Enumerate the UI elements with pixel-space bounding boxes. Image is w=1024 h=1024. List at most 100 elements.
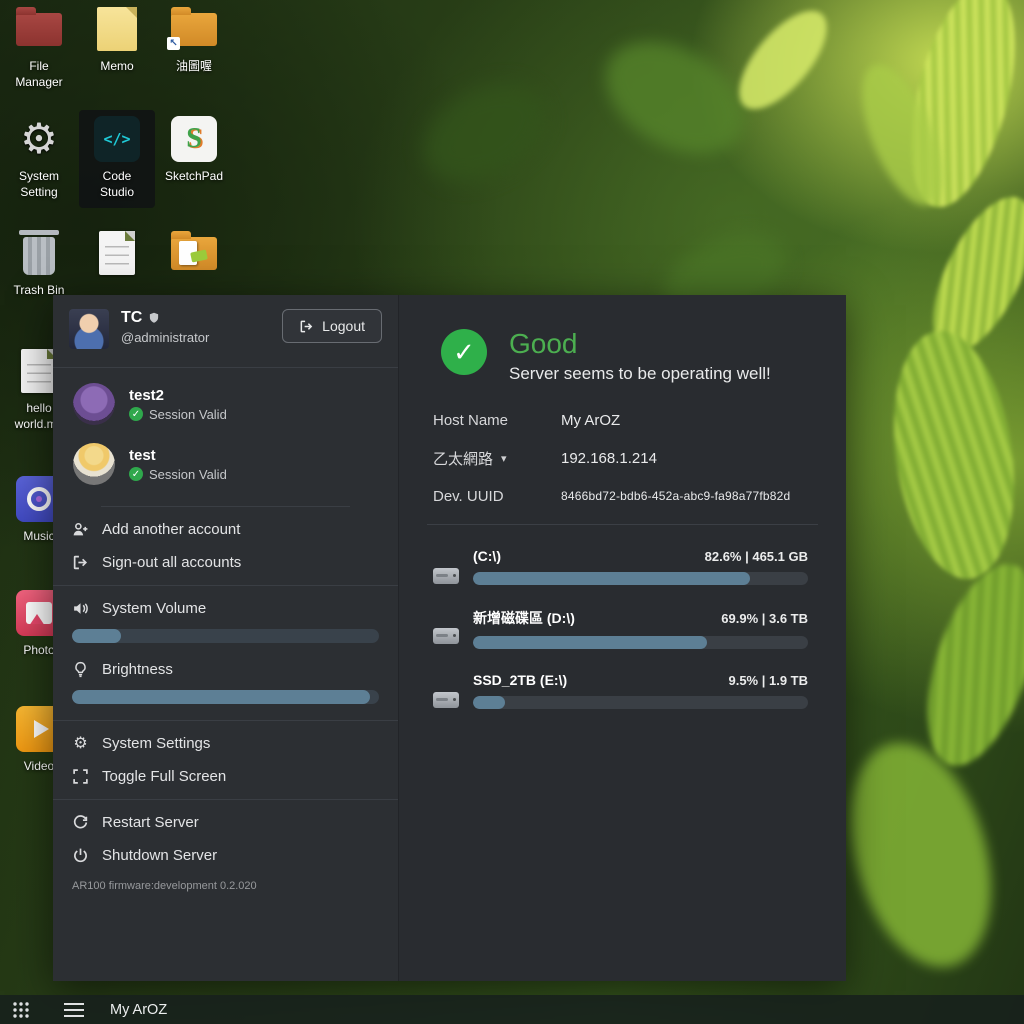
volume-label: System Volume [102,600,206,617]
toggle-fullscreen-label: Toggle Full Screen [102,768,226,785]
session-status: Session Valid [149,407,227,422]
document-icon [21,349,57,393]
user-handle: @administrator [121,330,209,345]
desktop-icon-shortcut-folder[interactable]: ↖ 油圖喔 [156,4,232,75]
disk-name: SSD_2TB (E:\) [473,672,567,688]
leaf-decoration [827,727,1015,984]
status-message: Server seems to be operating well! [509,364,771,384]
divider [53,720,398,721]
volume-fill [72,629,121,643]
divider [53,585,398,586]
session-status: Session Valid [149,467,227,482]
sign-out-icon [72,554,89,571]
add-account-label: Add another account [102,521,240,538]
leaf-decoration [407,65,562,202]
taskbar-title: My ArOZ [110,1002,167,1018]
divider [53,799,398,800]
uuid-row: Dev. UUID 8466bd72-bdb6-452a-abc9-fa98a7… [433,488,808,505]
user-status-popover: TC @administrator Logout test2 ✓ Session… [53,295,846,981]
restart-server-label: Restart Server [102,814,199,831]
hard-drive-icon [433,568,459,584]
status-title: Good [509,329,771,360]
sketchpad-icon: S [171,116,217,162]
note-icon [97,7,137,51]
app-grid-icon[interactable] [12,1001,30,1019]
shortcut-arrow-icon: ↖ [167,37,180,50]
check-icon: ✓ [129,467,143,481]
desktop-icon-folder-with-file[interactable] [156,228,232,283]
code-icon: </> [94,116,140,162]
bulb-icon [72,661,89,678]
chevron-down-icon: ▾ [501,452,507,465]
network-row: 乙太網路 ▾ 192.168.1.214 [433,448,808,469]
speaker-icon [72,600,89,617]
add-account-item[interactable]: Add another account [53,513,398,546]
account-row-test2[interactable]: test2 ✓ Session Valid [53,374,398,434]
volume-slider[interactable] [72,629,379,643]
hard-drive-icon [433,692,459,708]
brightness-slider[interactable] [72,690,379,704]
system-settings-label: System Settings [102,735,210,752]
power-icon [72,847,89,864]
folder-shortcut-icon: ↖ [171,13,217,46]
disk-name: 新增磁碟區 (D:\) [473,608,575,628]
desktop-icon-file-manager[interactable]: File Manager [1,4,77,90]
brightness-label: Brightness [102,661,173,678]
disk-usage-bar [473,572,808,585]
icon-label: Code Studio [85,169,149,200]
account-row-test[interactable]: test ✓ Session Valid [53,434,398,494]
uuid-value: 8466bd72-bdb6-452a-abc9-fa98a77fb82d [561,489,790,503]
shutdown-server-item[interactable]: Shutdown Server [53,839,398,872]
check-icon: ✓ [129,407,143,421]
shield-icon [148,312,160,324]
network-dropdown[interactable]: 乙太網路 ▾ [433,448,561,469]
disk-usage-fill [473,572,750,585]
icon-label: Memo [85,59,149,75]
server-status-panel: ✓ Good Server seems to be operating well… [398,295,846,981]
desktop-icon-memo[interactable]: Memo [79,4,155,75]
icon-label: System Setting [7,169,71,200]
status-check-icon: ✓ [441,329,487,375]
icon-label: SketchPad [162,169,226,185]
logout-label: Logout [322,318,365,334]
divider [427,524,818,525]
icon-label: 油圖喔 [162,59,226,75]
desktop-icon-sketchpad[interactable]: S SketchPad [156,114,232,185]
menu-icon[interactable] [64,1009,84,1011]
restart-server-item[interactable]: Restart Server [53,806,398,839]
desktop-icon-code-studio[interactable]: </> Code Studio [79,110,155,208]
desktop-icon-document[interactable] [79,228,155,283]
firmware-version: AR100 firmware:development 0.2.020 [53,872,398,902]
taskbar: My ArOZ [0,995,1024,1024]
leaf-decoration [906,551,1024,779]
restart-icon [72,814,89,831]
user-avatar [69,309,109,349]
signout-all-item[interactable]: Sign-out all accounts [53,546,398,579]
divider [53,367,398,368]
desktop-icon-system-setting[interactable]: ⚙ System Setting [1,114,77,200]
logout-button[interactable]: Logout [282,309,382,343]
user-menu-panel: TC @administrator Logout test2 ✓ Session… [53,295,398,981]
network-label: 乙太網路 [433,448,493,469]
gear-icon: ⚙ [72,735,89,752]
username: TC [121,309,142,327]
signout-all-label: Sign-out all accounts [102,554,241,571]
hostname-value: My ArOZ [561,412,620,429]
system-volume-item: System Volume [53,592,398,625]
disk-row-d: 新增磁碟區 (D:\) 69.9% | 3.6 TB [433,608,808,649]
toggle-fullscreen-item[interactable]: Toggle Full Screen [53,760,398,793]
system-settings-item[interactable]: ⚙ System Settings [53,727,398,760]
account-avatar [73,443,115,485]
fullscreen-icon [72,768,89,785]
account-name: test [129,447,227,464]
account-avatar [73,383,115,425]
account-name: test2 [129,387,227,404]
uuid-label: Dev. UUID [433,488,561,505]
desktop-icon-trash-bin[interactable]: Trash Bin [1,228,77,299]
folder-file-icon [171,237,217,270]
folder-icon [16,13,62,46]
gear-icon: ⚙ [20,116,58,162]
disk-usage-bar [473,636,808,649]
leaf-decoration [879,323,1024,587]
disk-usage-fill [473,696,505,709]
